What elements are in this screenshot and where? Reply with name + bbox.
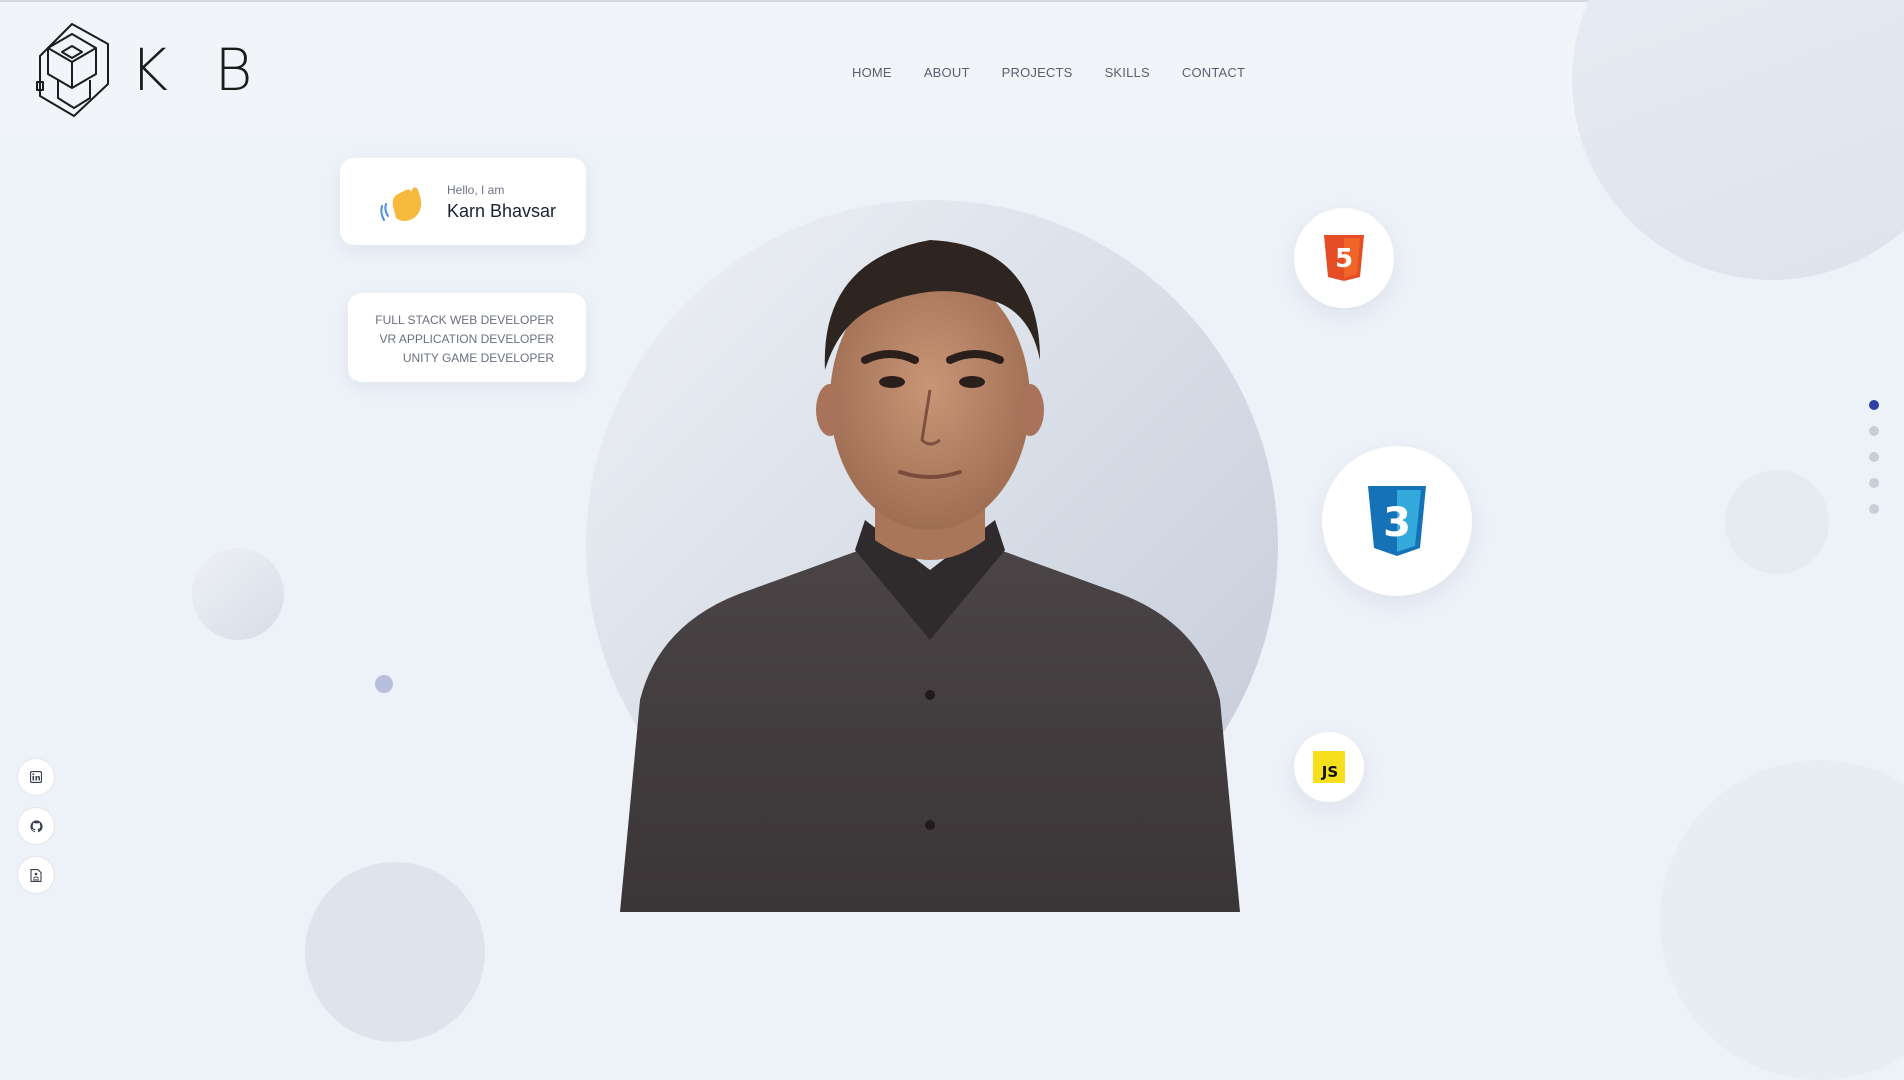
pager-dot[interactable] — [1869, 504, 1879, 514]
site-logo[interactable]: K B — [34, 22, 266, 118]
roles-card: FULL STACK WEB DEVELOPER VR APPLICATION … — [348, 293, 586, 382]
role-item: VR APPLICATION DEVELOPER — [379, 332, 555, 346]
portrait-image — [620, 240, 1240, 912]
person-name: Karn Bhavsar — [447, 201, 557, 221]
decorative-circle — [192, 548, 284, 640]
css3-icon: 3 — [1368, 486, 1426, 556]
nav-projects[interactable]: PROJECTS — [1002, 65, 1073, 80]
nav-skills[interactable]: SKILLS — [1105, 65, 1150, 80]
logo-text: K B — [130, 36, 267, 104]
greeting-text: Hello, I am — [447, 183, 505, 197]
javascript-icon: JS — [1313, 751, 1345, 783]
nav-about[interactable]: ABOUT — [924, 65, 970, 80]
main-nav: HOME ABOUT PROJECTS SKILLS CONTACT — [852, 65, 1245, 80]
javascript-label: JS — [1321, 763, 1338, 781]
pager-dot[interactable] — [1869, 478, 1879, 488]
decorative-circle — [1725, 470, 1829, 574]
social-links — [17, 758, 55, 894]
decorative-circle — [1660, 760, 1904, 1080]
section-pager — [1869, 400, 1879, 514]
decorative-circle — [305, 862, 485, 1042]
nav-contact[interactable]: CONTACT — [1182, 65, 1245, 80]
html5-badge: 5 — [1294, 208, 1394, 308]
graduation-cube-logo-icon — [36, 23, 109, 117]
pager-dot[interactable] — [1869, 452, 1879, 462]
decorative-dot — [375, 675, 393, 693]
css3-digit: 3 — [1383, 500, 1411, 546]
github-button[interactable] — [17, 807, 55, 845]
intro-card: Hello, I am Karn Bhavsar — [340, 158, 586, 245]
decorative-circle — [1572, 0, 1904, 280]
linkedin-icon — [30, 771, 42, 783]
javascript-badge: JS — [1294, 732, 1364, 802]
nav-home[interactable]: HOME — [852, 65, 892, 80]
linkedin-button[interactable] — [17, 758, 55, 796]
github-icon — [29, 819, 43, 832]
html5-digit: 5 — [1335, 244, 1353, 274]
resume-button[interactable] — [17, 856, 55, 894]
resume-icon — [30, 868, 42, 882]
role-item: UNITY GAME DEVELOPER — [402, 351, 554, 365]
role-item: FULL STACK WEB DEVELOPER — [375, 313, 554, 327]
pager-dot[interactable] — [1869, 400, 1879, 410]
css3-badge: 3 — [1322, 446, 1472, 596]
waving-hand-icon — [380, 187, 422, 221]
pager-dot[interactable] — [1869, 426, 1879, 436]
html5-icon: 5 — [1324, 235, 1364, 281]
